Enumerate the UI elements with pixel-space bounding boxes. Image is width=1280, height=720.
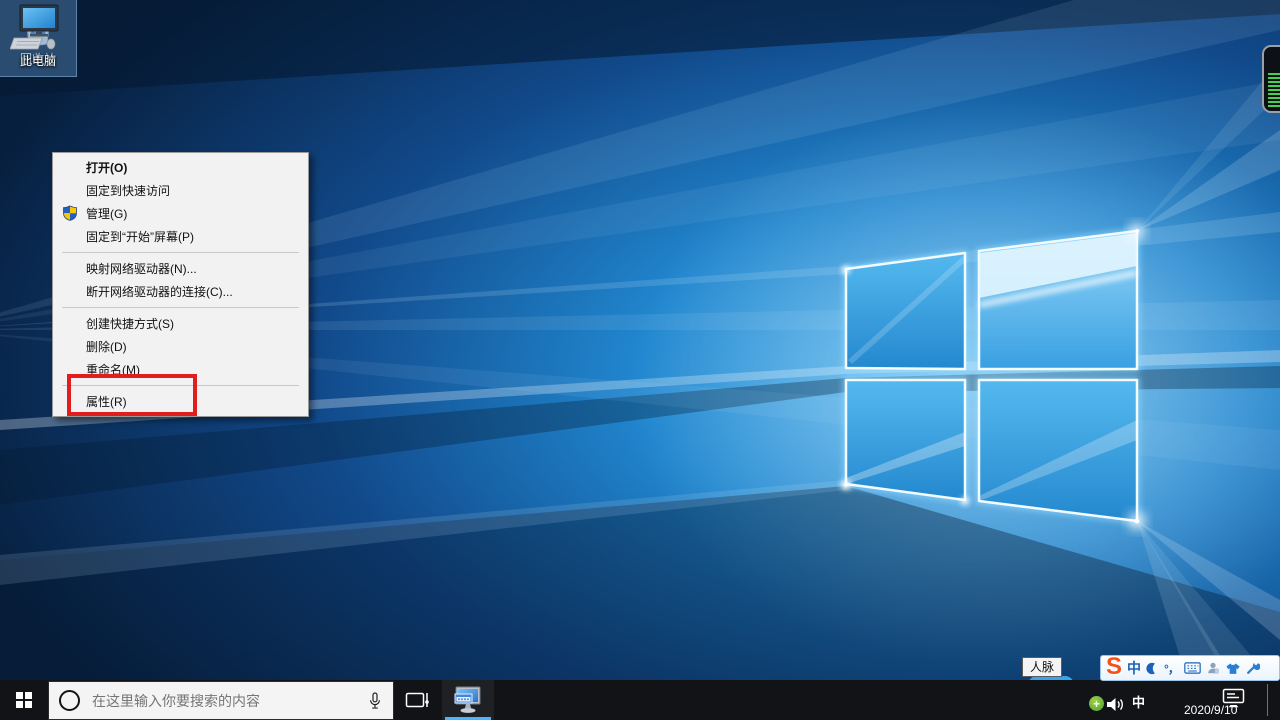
menu-item-disconnect-network-drive[interactable]: 断开网络驱动器的连接(C)... <box>53 280 308 303</box>
desktop-icon-this-pc[interactable]: 此电脑 <box>0 0 76 76</box>
menu-item-map-network-drive[interactable]: 映射网络驱动器(N)... <box>53 257 308 280</box>
desktop: 回收站 此电脑 打开(O) 固定到快速访问 <box>0 0 1280 720</box>
menu-item-open[interactable]: 打开(O) <box>53 156 308 179</box>
menu-item-open-label: 打开(O) <box>86 159 127 176</box>
menu-item-rename-label: 重命名(M) <box>86 361 140 378</box>
menu-separator <box>62 252 299 253</box>
task-view-icon <box>405 690 431 710</box>
uac-shield-icon <box>62 205 78 221</box>
task-view-button[interactable] <box>394 680 442 720</box>
volume-osd-fill <box>1268 71 1280 107</box>
menu-item-manage-label: 管理(G) <box>86 205 127 222</box>
microphone-icon[interactable] <box>367 690 383 712</box>
sogou-logo-icon[interactable]: S <box>1106 656 1122 678</box>
menu-separator <box>62 385 299 386</box>
this-pc-icon <box>10 4 66 52</box>
menu-item-properties-label: 属性(R) <box>86 393 127 410</box>
sogou-ime-toolbar: S 中 °， <box>1100 655 1280 681</box>
context-menu: 打开(O) 固定到快速访问 管理(G) 固定到“开始”屏幕(P) 映射网络 <box>52 152 309 417</box>
start-button[interactable] <box>0 680 48 720</box>
menu-item-pin-to-start-label: 固定到“开始”屏幕(P) <box>86 228 194 245</box>
sogou-halfwidth-moon-icon[interactable] <box>1146 662 1159 675</box>
menu-item-create-shortcut[interactable]: 创建快捷方式(S) <box>53 312 308 335</box>
menu-separator <box>62 307 299 308</box>
menu-item-manage[interactable]: 管理(G) <box>53 202 308 225</box>
sogou-skin-shirt-icon[interactable] <box>1225 662 1241 675</box>
menu-item-delete[interactable]: 删除(D) <box>53 335 308 358</box>
sogou-punctuation-icon[interactable]: °， <box>1164 660 1179 677</box>
menu-item-pin-quick-access-label: 固定到快速访问 <box>86 182 170 199</box>
menu-item-map-network-drive-label: 映射网络驱动器(N)... <box>86 260 197 277</box>
sogou-toolbox-wrench-icon[interactable] <box>1246 661 1260 675</box>
menu-item-properties[interactable]: 属性(R) <box>53 390 308 413</box>
cortana-icon <box>59 690 80 711</box>
taskbar-clock-date[interactable]: 2020/9/10 <box>1184 703 1254 717</box>
sogou-keyboard-icon[interactable] <box>1184 662 1201 674</box>
volume-osd-indicator <box>1262 45 1280 113</box>
windows-logo-icon <box>16 692 32 708</box>
taskbar-search-box[interactable] <box>48 681 394 720</box>
installer-app-icon <box>453 685 483 715</box>
taskbar: + 中 2020/9/10 <box>0 680 1280 720</box>
taskbar-app-system-installer[interactable] <box>442 680 494 720</box>
menu-item-pin-to-start[interactable]: 固定到“开始”屏幕(P) <box>53 225 308 248</box>
this-pc-label: 此电脑 <box>0 54 76 68</box>
ime-indicator[interactable]: 中 <box>1132 692 1145 711</box>
menu-item-create-shortcut-label: 创建快捷方式(S) <box>86 315 174 332</box>
menu-item-disconnect-network-drive-label: 断开网络驱动器的连接(C)... <box>86 283 233 300</box>
volume-icon[interactable] <box>1106 696 1125 713</box>
menu-item-delete-label: 删除(D) <box>86 338 127 355</box>
search-input[interactable] <box>90 692 367 710</box>
people-tooltip: 人脉 <box>1022 657 1062 677</box>
menu-item-rename[interactable]: 重命名(M) <box>53 358 308 381</box>
menu-item-pin-quick-access[interactable]: 固定到快速访问 <box>53 179 308 202</box>
show-desktop-button[interactable] <box>1267 684 1268 716</box>
sogou-chinese-mode-icon[interactable]: 中 <box>1127 658 1141 678</box>
tray-security-icon[interactable]: + <box>1089 696 1104 711</box>
sogou-account-icon[interactable] <box>1206 661 1220 675</box>
